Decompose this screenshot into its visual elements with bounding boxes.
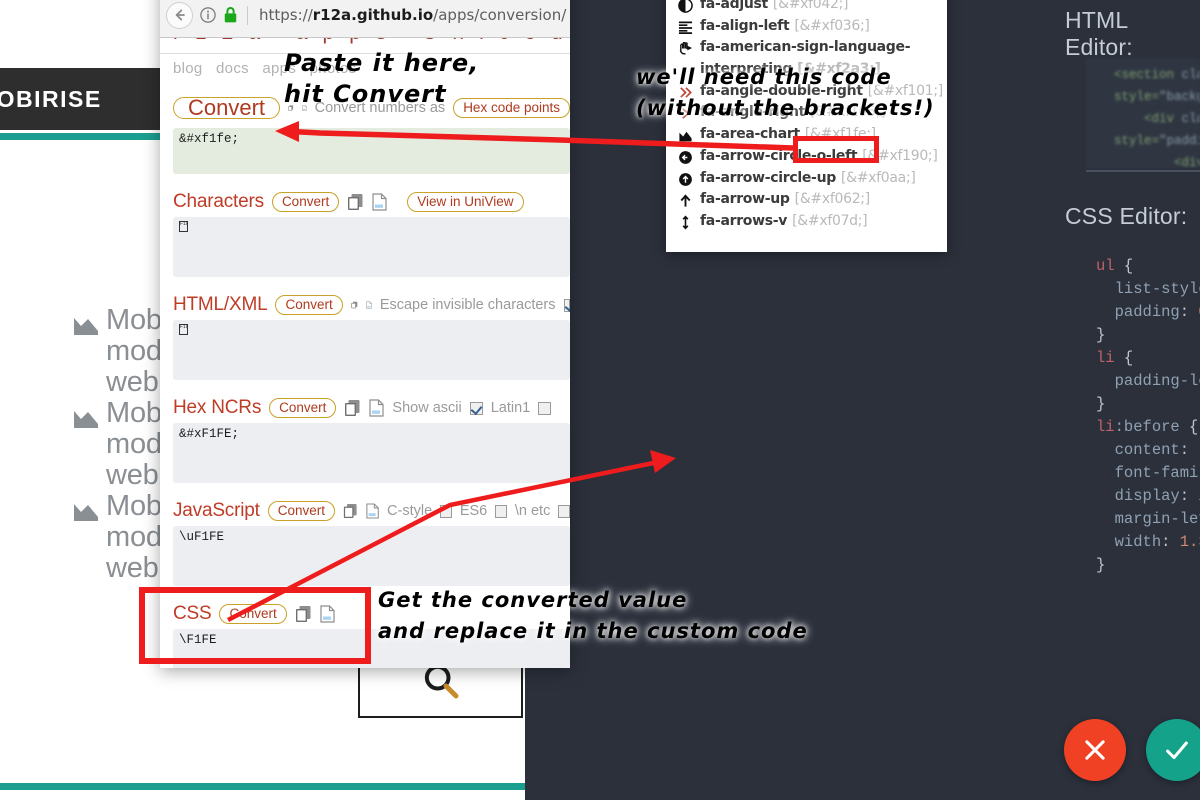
arrow-css-to-editor: [0, 0, 1200, 800]
annotation-need-this-code: we'll need this code (without the bracke…: [636, 62, 935, 124]
annotation-paste-here: Paste it here, hit Convert: [284, 48, 479, 110]
annotation-get-value: Get the converted value and replace it i…: [378, 585, 808, 647]
